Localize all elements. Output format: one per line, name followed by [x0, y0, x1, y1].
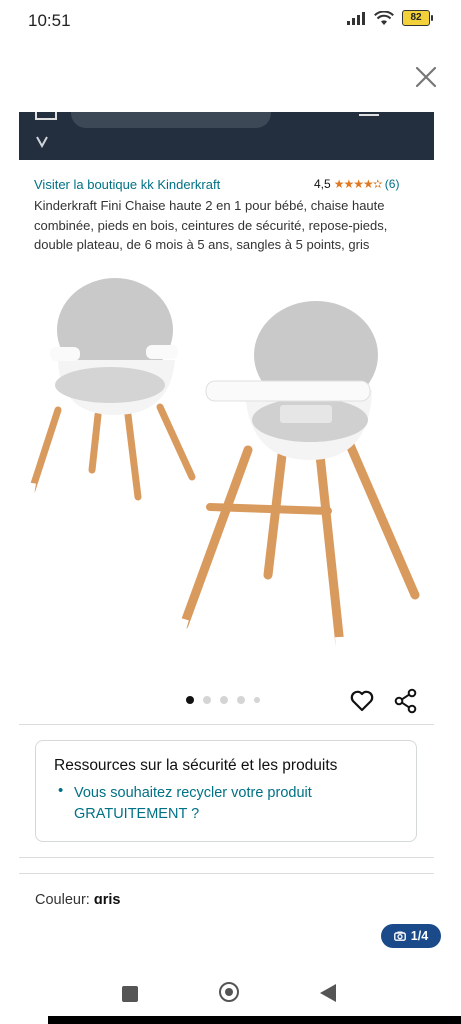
product-image[interactable] — [20, 275, 440, 670]
image-carousel-dots[interactable] — [186, 696, 260, 704]
cart-icon — [359, 112, 379, 116]
status-bar: 10:51 82 — [0, 0, 461, 44]
divider — [19, 857, 434, 858]
signal-icon — [347, 12, 365, 25]
heart-icon[interactable] — [349, 688, 375, 714]
search-bar-fragment — [71, 112, 271, 128]
carousel-dot[interactable] — [203, 696, 211, 704]
chair-front-view — [175, 301, 420, 654]
safety-resources-card: Ressources sur la sécurité et les produi… — [35, 740, 417, 842]
rating-summary[interactable]: 4,5 ★★★★✫ (6) — [314, 177, 399, 191]
divider — [19, 873, 434, 874]
bullet: • — [58, 782, 64, 799]
wifi-icon — [374, 10, 394, 25]
recycle-link[interactable]: Vous souhaitez recycler votre produit GR… — [74, 783, 394, 825]
color-value: gris — [93, 892, 121, 904]
store-link[interactable]: Visiter la boutique kk Kinderkraft — [34, 177, 220, 192]
rating-count[interactable]: (6) — [385, 177, 400, 191]
image-counter: 1/4 — [410, 929, 429, 943]
product-title: Kinderkraft Fini Chaise haute 2 en 1 pou… — [34, 198, 388, 252]
menu-icon — [35, 112, 57, 120]
location-pin-icon — [36, 136, 48, 148]
carousel-dot[interactable] — [186, 696, 194, 704]
carousel-dot[interactable] — [254, 697, 260, 703]
recents-button[interactable] — [122, 986, 138, 1002]
home-button[interactable] — [219, 982, 239, 1002]
carousel-dot[interactable] — [220, 696, 228, 704]
status-time: 10:51 — [28, 11, 71, 30]
carousel-dot[interactable] — [237, 696, 245, 704]
share-icon[interactable] — [393, 688, 419, 714]
camera-icon — [393, 931, 406, 941]
status-icons: 82 — [346, 10, 433, 26]
safety-heading: Ressources sur la sécurité et les produi… — [54, 757, 338, 774]
system-nav-bar — [0, 970, 461, 1020]
chair-side-view — [26, 278, 196, 501]
back-button[interactable] — [320, 984, 336, 1002]
rating-value: 4,5 — [314, 177, 331, 191]
bottom-edge — [48, 1016, 461, 1024]
image-counter-badge: 1/4 — [381, 924, 441, 948]
battery-icon: 82 — [402, 10, 433, 26]
app-header-strip — [19, 112, 434, 160]
star-icon: ★★★★✫ — [333, 177, 383, 191]
battery-level: 82 — [402, 10, 430, 26]
close-icon[interactable] — [413, 64, 439, 90]
divider — [19, 724, 434, 725]
color-selector-label: Couleur: gris — [35, 892, 120, 904]
color-label: Couleur: — [35, 892, 90, 904]
